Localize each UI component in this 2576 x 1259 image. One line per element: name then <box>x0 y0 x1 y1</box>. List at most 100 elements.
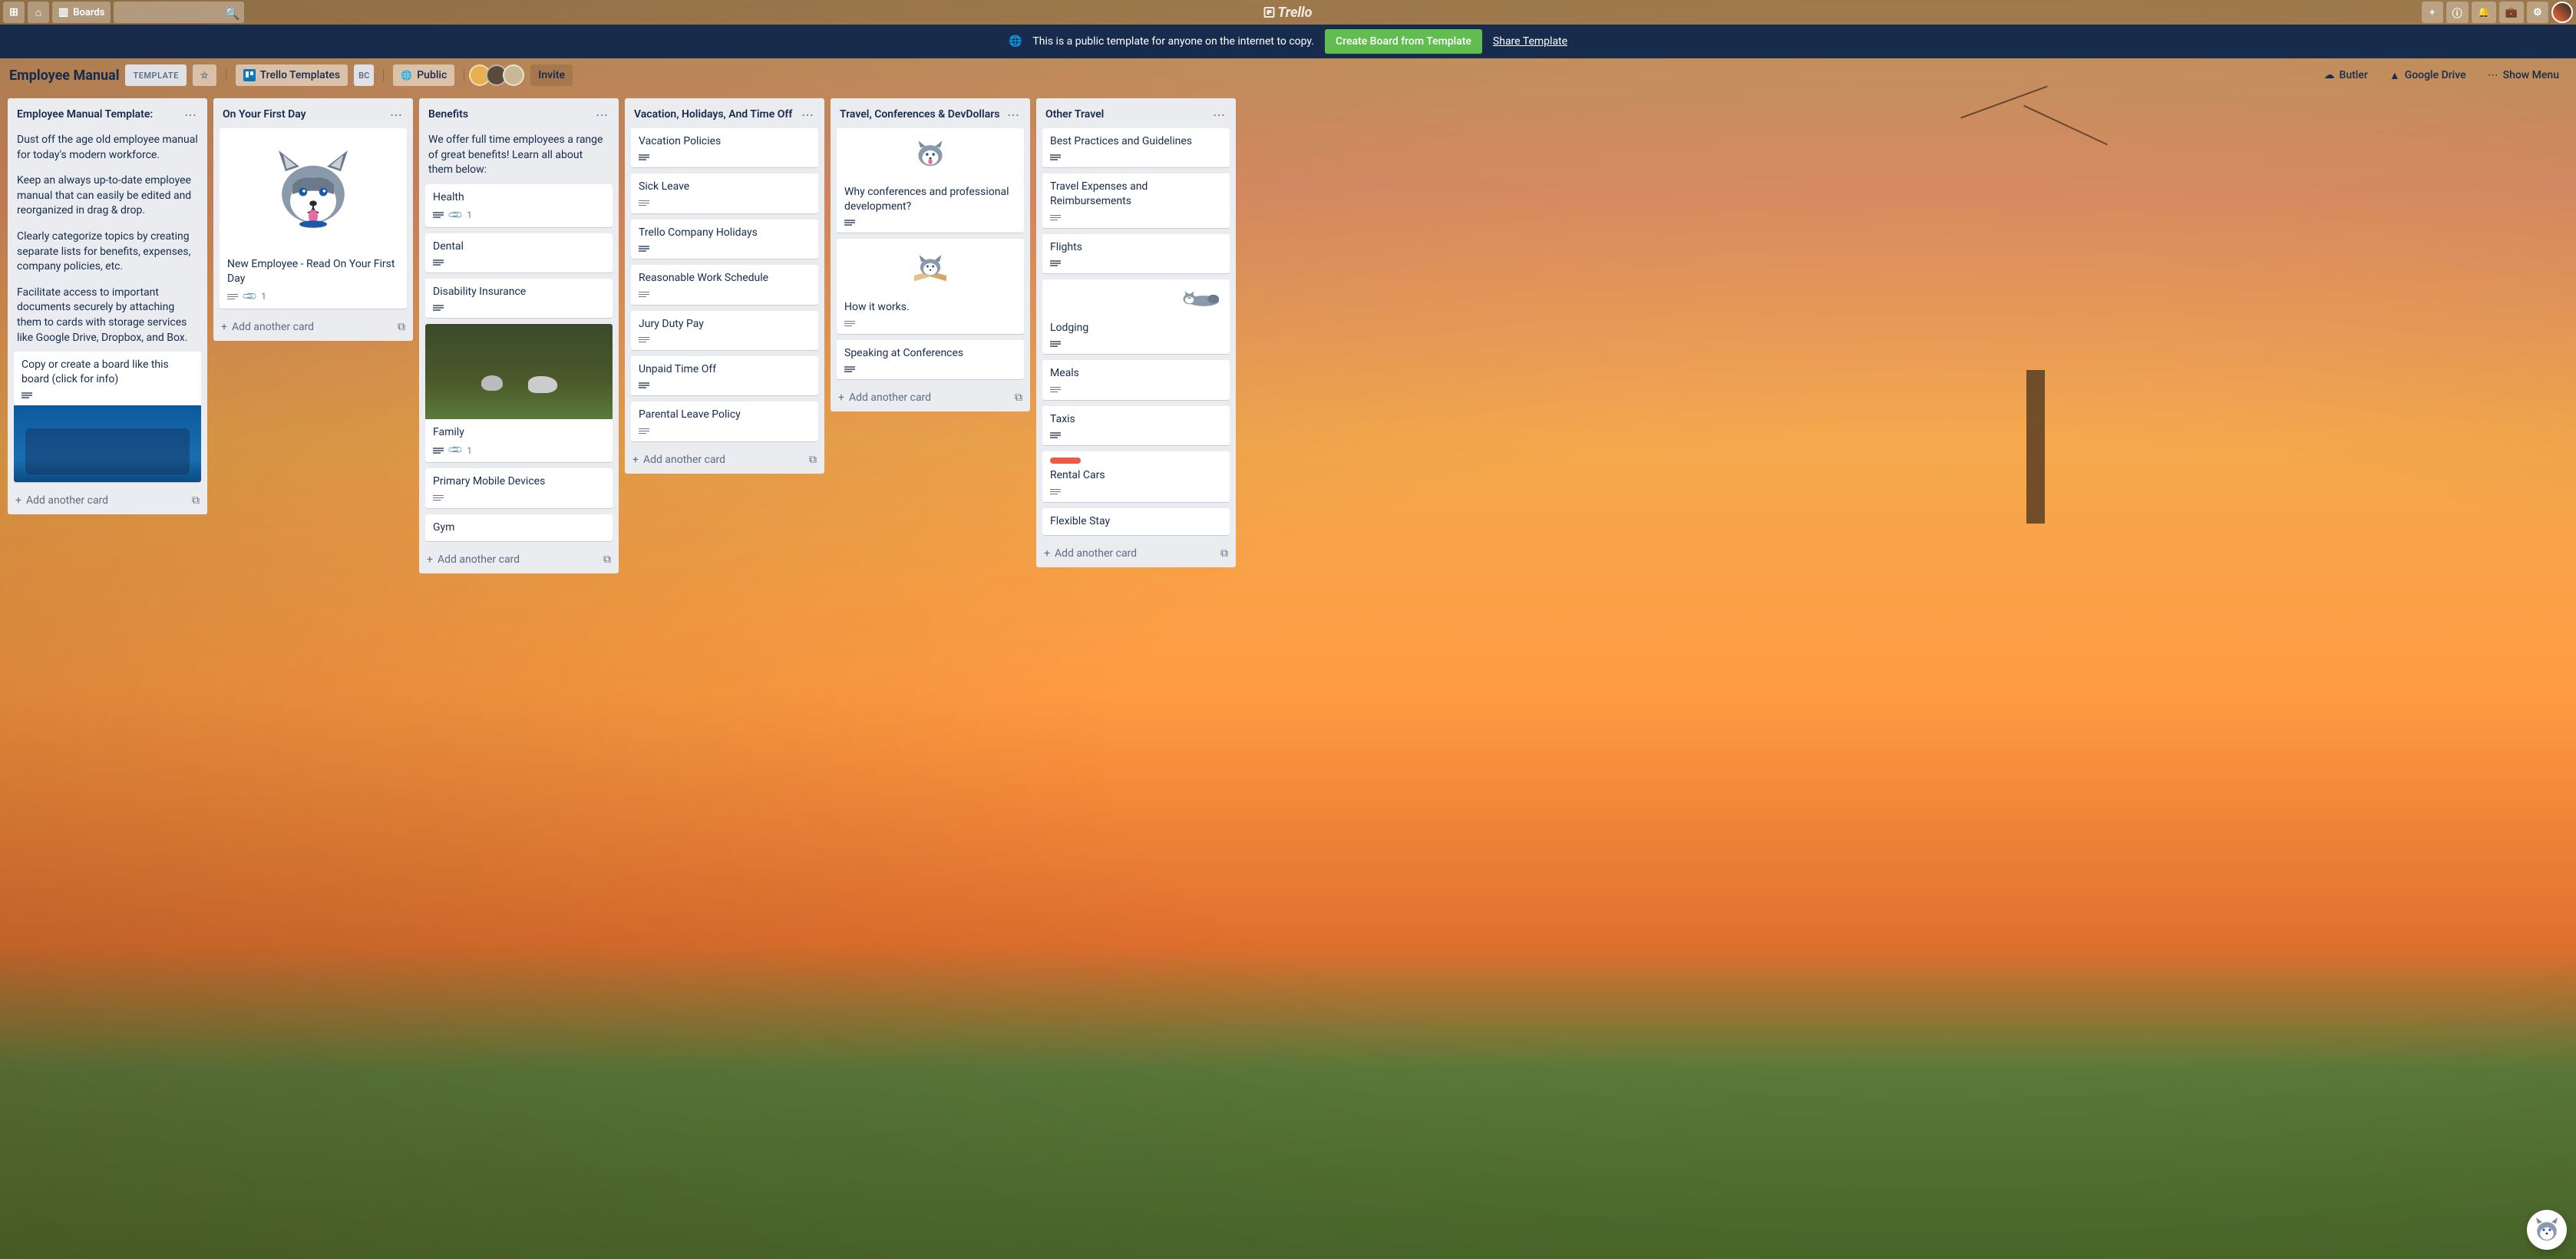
card[interactable]: How it works. <box>837 239 1024 333</box>
workspace-chip[interactable]: Trello Templates <box>236 64 348 86</box>
card-badges: 📎1 <box>227 291 399 302</box>
list-title[interactable]: Travel, Conferences & DevDollars <box>840 107 999 121</box>
plus-icon: + <box>1044 547 1050 560</box>
list-title[interactable]: Other Travel <box>1045 107 1104 121</box>
card[interactable]: Health📎1 <box>425 184 613 227</box>
description-icon <box>227 292 238 301</box>
settings-button[interactable]: ⚙ <box>2527 2 2548 23</box>
card[interactable]: Travel Expenses and Reimbursements <box>1042 173 1230 227</box>
list-title[interactable]: Benefits <box>428 107 468 121</box>
help-bubble[interactable] <box>2527 1210 2567 1250</box>
create-from-template-button[interactable]: Create Board from Template <box>1325 29 1482 54</box>
info-icon: ⓘ <box>2452 5 2462 20</box>
attachment-count: 1 <box>467 445 472 456</box>
card[interactable]: New Employee - Read On Your First Day📎1 <box>220 128 407 309</box>
board-title[interactable]: Employee Manual <box>9 68 119 84</box>
description-icon <box>639 199 649 207</box>
card[interactable]: Flights <box>1042 234 1230 273</box>
card[interactable]: Trello Company Holidays <box>631 220 818 259</box>
logo-text: Trello <box>1278 5 1313 21</box>
add-card-button[interactable]: +Add another card⧉ <box>419 547 619 573</box>
card[interactable]: Reasonable Work Schedule <box>631 265 818 304</box>
list-menu-button[interactable]: ⋯ <box>800 106 815 124</box>
template-card-icon[interactable]: ⧉ <box>1220 547 1228 560</box>
card[interactable]: Meals <box>1042 360 1230 399</box>
attachment-badge: 📎1 <box>450 210 472 221</box>
list-title[interactable]: Employee Manual Template: <box>17 107 153 121</box>
card[interactable]: Jury Duty Pay <box>631 311 818 350</box>
card[interactable]: Dental <box>425 233 613 273</box>
card[interactable]: Copy or create a board like this board (… <box>14 352 201 482</box>
list-menu-button[interactable]: ⋯ <box>388 106 404 124</box>
invite-button[interactable]: Invite <box>530 64 573 86</box>
description-badge <box>639 290 649 299</box>
add-card-button[interactable]: +Add another card⧉ <box>8 488 207 514</box>
card-title: Primary Mobile Devices <box>433 474 605 489</box>
template-card-icon[interactable]: ⧉ <box>809 454 817 466</box>
card[interactable]: Family📎1 <box>425 324 613 462</box>
attachment-badge: 📎1 <box>244 291 266 302</box>
template-card-icon[interactable]: ⧉ <box>192 494 200 507</box>
visibility-chip[interactable]: 🌐 Public <box>393 64 454 86</box>
card[interactable]: Disability Insurance <box>425 279 613 318</box>
list-intro-text: We offer full time employees a range of … <box>425 128 613 184</box>
list-menu-button[interactable]: ⋯ <box>1211 106 1227 124</box>
board-canvas[interactable]: Employee Manual Template:⋯Dust off the a… <box>0 92 2576 1259</box>
home-button[interactable]: ⌂ <box>28 2 49 23</box>
list-title[interactable]: On Your First Day <box>223 107 306 121</box>
list: Benefits ⋯ We offer full time employees a … <box>419 98 619 573</box>
description-badge <box>639 427 649 435</box>
info-button[interactable]: ⓘ <box>2446 2 2469 23</box>
notifications-button[interactable]: 🔔 <box>2472 2 2496 23</box>
description-badge <box>433 304 444 312</box>
template-card-icon[interactable]: ⧉ <box>398 321 405 333</box>
apps-button[interactable]: ⊞ <box>3 2 25 23</box>
card[interactable]: Parental Leave Policy <box>631 401 818 441</box>
card-badges <box>433 494 605 502</box>
user-avatar[interactable] <box>2551 2 2573 23</box>
show-menu-button[interactable]: ⋯Show Menu <box>2480 64 2567 86</box>
butler-button[interactable]: ☁Butler <box>2317 64 2376 86</box>
card[interactable]: Rental Cars <box>1042 451 1230 501</box>
bell-icon: 🔔 <box>2478 7 2490 18</box>
description-badge <box>1050 385 1061 394</box>
star-button[interactable]: ☆ <box>193 64 216 86</box>
list-menu-button[interactable]: ⋯ <box>183 106 198 124</box>
google-drive-button[interactable]: ▲Google Drive <box>2382 64 2474 86</box>
card[interactable]: Sick Leave <box>631 173 818 213</box>
template-card-icon[interactable]: ⧉ <box>603 553 611 566</box>
plus-icon: + <box>15 494 21 507</box>
list-header: On Your First Day ⋯ <box>213 98 413 128</box>
card[interactable]: Lodging <box>1042 279 1230 354</box>
list-menu-button[interactable]: ⋯ <box>1006 106 1021 124</box>
logo[interactable]: Trello <box>1264 5 1313 21</box>
card-badges <box>1050 487 1222 496</box>
add-card-button[interactable]: +Add another card⧉ <box>831 385 1030 411</box>
share-template-link[interactable]: Share Template <box>1493 35 1567 48</box>
card[interactable]: Vacation Policies <box>631 128 818 167</box>
list-menu-button[interactable]: ⋯ <box>594 106 609 124</box>
card-title: Why conferences and professional develop… <box>844 185 1016 214</box>
board-members[interactable] <box>474 64 524 86</box>
card-badges <box>639 290 811 299</box>
briefcase-button[interactable]: 💼 <box>2499 2 2524 23</box>
list-title[interactable]: Vacation, Holidays, And Time Off <box>634 107 792 121</box>
card[interactable]: Flexible Stay <box>1042 508 1230 535</box>
boards-button[interactable]: ▥ Boards <box>52 2 111 23</box>
card[interactable]: Speaking at Conferences <box>837 340 1024 379</box>
add-card-button[interactable]: +Add another card⧉ <box>1036 541 1236 567</box>
card[interactable]: Why conferences and professional develop… <box>837 128 1024 233</box>
add-card-button[interactable]: +Add another card⧉ <box>213 315 413 341</box>
add-button[interactable]: + <box>2422 2 2443 23</box>
card[interactable]: Taxis <box>1042 406 1230 445</box>
card[interactable]: Primary Mobile Devices <box>425 468 613 507</box>
add-card-button[interactable]: +Add another card⧉ <box>625 448 824 474</box>
card[interactable]: Unpaid Time Off <box>631 356 818 395</box>
member-avatar[interactable] <box>503 64 524 86</box>
template-card-icon[interactable]: ⧉ <box>1015 392 1022 404</box>
description-icon <box>844 319 855 328</box>
card[interactable]: Gym <box>425 514 613 541</box>
description-icon <box>1050 487 1061 496</box>
card[interactable]: Best Practices and Guidelines <box>1042 128 1230 167</box>
visibility-label: Public <box>417 69 447 81</box>
